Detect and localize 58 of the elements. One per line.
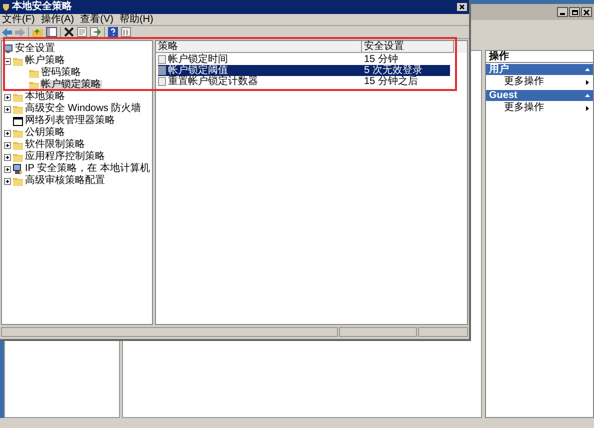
menu-item[interactable]: 帮助(H) bbox=[119, 14, 154, 24]
expand-icon[interactable] bbox=[4, 178, 11, 184]
back-arrow-icon[interactable] bbox=[2, 28, 12, 36]
menu-item[interactable]: 操作(A) bbox=[40, 14, 74, 24]
section-header[interactable]: 用户 bbox=[486, 64, 593, 75]
folder-icon bbox=[13, 128, 23, 138]
action-item[interactable]: 更多操作 bbox=[486, 75, 593, 89]
tree-item[interactable]: 软件限制策略 bbox=[24, 140, 86, 150]
maximize-button[interactable] bbox=[569, 7, 580, 17]
folder-icon bbox=[13, 56, 23, 66]
tree-item[interactable]: 帐户策略 bbox=[24, 56, 66, 66]
submenu-arrow-icon bbox=[586, 106, 589, 110]
close-button[interactable] bbox=[581, 7, 592, 17]
tree-item[interactable]: 公钥策略 bbox=[24, 128, 66, 138]
menu-item[interactable]: 查看(V) bbox=[80, 14, 114, 24]
tree-pane-icon[interactable] bbox=[46, 27, 57, 37]
section-header[interactable]: Guest bbox=[486, 90, 593, 101]
pane-title: 操作 bbox=[486, 51, 593, 63]
computer-icon bbox=[3, 44, 13, 54]
tree-item[interactable]: IP 安全策略，在 本地计算机 bbox=[24, 164, 151, 174]
expand-icon[interactable] bbox=[4, 166, 11, 172]
column-header[interactable]: 策略 bbox=[156, 41, 362, 53]
tree-item[interactable]: 高级安全 Windows 防火墙 bbox=[24, 104, 142, 114]
action-item[interactable]: 更多操作 bbox=[486, 101, 593, 115]
folder-icon bbox=[13, 140, 23, 150]
expand-icon[interactable] bbox=[4, 142, 11, 148]
computer-icon bbox=[13, 164, 23, 174]
folder-icon bbox=[13, 92, 23, 102]
tree-item[interactable]: 本地策略 bbox=[24, 92, 66, 102]
folder-icon bbox=[13, 176, 23, 186]
expand-icon[interactable] bbox=[4, 130, 11, 136]
window-title: 本地安全策略 bbox=[12, 0, 72, 14]
policy-row[interactable]: 帐户锁定阈值 5 次无效登录 bbox=[158, 65, 450, 76]
close-button[interactable] bbox=[457, 3, 467, 11]
delete-icon[interactable] bbox=[64, 27, 74, 37]
minimize-button[interactable] bbox=[557, 7, 568, 17]
folder-icon bbox=[13, 104, 23, 114]
policy-row[interactable]: 重置帐户锁定计数器 15 分钟之后 bbox=[158, 76, 450, 87]
tree-item[interactable]: 密码策略 bbox=[40, 68, 82, 78]
shield-icon bbox=[2, 3, 10, 11]
expand-icon[interactable] bbox=[4, 106, 11, 112]
folder-icon bbox=[13, 152, 23, 162]
menu-item[interactable]: 文件(F) bbox=[2, 14, 35, 24]
submenu-arrow-icon bbox=[586, 80, 589, 84]
window-icon bbox=[13, 116, 23, 126]
view-icon[interactable] bbox=[121, 27, 131, 37]
tree-item[interactable]: 安全设置 bbox=[14, 44, 56, 54]
expand-icon[interactable] bbox=[4, 154, 11, 160]
tree-item[interactable]: 帐户锁定策略 bbox=[40, 80, 102, 90]
folder-icon bbox=[29, 68, 39, 78]
tree-item[interactable]: 应用程序控制策略 bbox=[24, 152, 106, 162]
policy-row[interactable]: 帐户锁定时间 15 分钟 bbox=[158, 54, 450, 65]
export-icon[interactable] bbox=[90, 27, 101, 37]
help-icon[interactable] bbox=[108, 27, 118, 37]
tree-item[interactable]: 网络列表管理器策略 bbox=[24, 116, 116, 126]
column-header[interactable]: 安全设置 bbox=[362, 41, 454, 53]
tree-item[interactable]: 高级审核策略配置 bbox=[24, 176, 106, 186]
expand-icon[interactable] bbox=[4, 94, 11, 100]
